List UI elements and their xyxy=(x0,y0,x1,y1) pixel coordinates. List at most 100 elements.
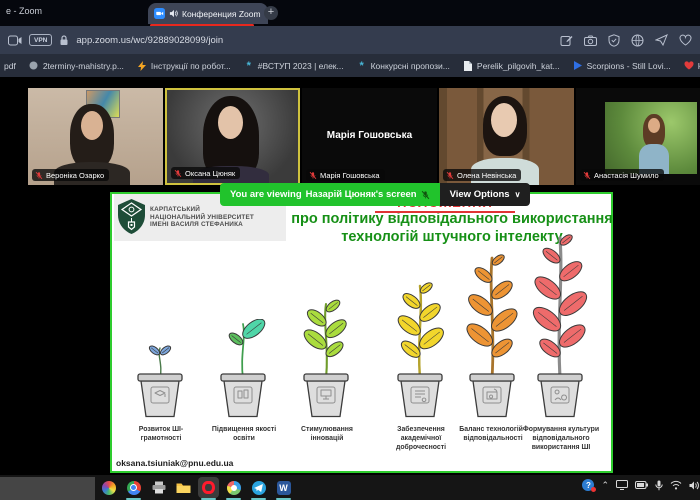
bookmarks-bar: pdf 2terminy-mahistry.p... Інструкції по… xyxy=(0,54,700,77)
presenter-mic-muted-icon xyxy=(421,190,430,200)
chevron-down-icon: ∨ xyxy=(515,190,521,199)
tab-audio-icon xyxy=(169,9,178,18)
pinwheel-app-icon[interactable] xyxy=(100,479,117,496)
participant-name-centered: Марія Гошовська xyxy=(302,130,437,141)
participant-nametag: Олена Невінська xyxy=(443,169,521,181)
person-face xyxy=(491,103,517,137)
printer-icon[interactable] xyxy=(150,479,167,496)
plant-stage-6 xyxy=(515,233,605,418)
opera-icon-active[interactable] xyxy=(198,477,219,498)
video-tile-veronika[interactable]: Вероніка Озарко xyxy=(28,88,163,185)
plant-stage-2 xyxy=(198,319,288,418)
plant-illustration xyxy=(198,319,288,418)
plant-stage-1 xyxy=(115,343,205,418)
send-icon[interactable] xyxy=(655,34,668,46)
telegram-icon[interactable] xyxy=(250,479,267,496)
lightning-favicon xyxy=(137,61,147,71)
mic-muted-icon xyxy=(35,171,43,180)
presenter-email: oksana.tsiuniak@pnu.edu.ua xyxy=(116,458,233,468)
globe-icon[interactable] xyxy=(631,34,644,47)
stage-label: Стимулювання інновацій xyxy=(285,426,369,444)
asterisk-favicon: * xyxy=(244,61,254,71)
university-shield-icon xyxy=(118,199,145,236)
stage-label: Підвищення якості освіти xyxy=(202,426,286,444)
new-tab-button[interactable]: + xyxy=(264,6,278,20)
notification-badge xyxy=(591,487,596,492)
person-face xyxy=(81,111,103,140)
participant-nametag: Анастасія Шумило xyxy=(580,169,664,181)
battery-tray-icon[interactable] xyxy=(635,481,648,489)
background-window-title: e - Zoom xyxy=(6,6,42,16)
heart-favicon xyxy=(684,61,694,71)
stage-label: Формування культури відповідального вико… xyxy=(519,426,603,453)
file-explorer-icon[interactable] xyxy=(175,479,192,496)
compose-icon[interactable] xyxy=(560,34,573,47)
tab-title: Конференция Zoom xyxy=(182,9,261,19)
pinwheel-glyph xyxy=(102,481,116,495)
screen: e - Zoom Конференция Zoom + VPN app.zoom… xyxy=(0,0,700,500)
mic-muted-icon xyxy=(309,171,317,180)
chrome-alt-icon[interactable] xyxy=(225,479,242,496)
tray-chevron-up-icon[interactable]: ⌃ xyxy=(601,480,609,491)
running-indicator xyxy=(226,498,241,500)
running-indicator xyxy=(126,498,141,500)
person-face xyxy=(648,118,660,133)
sidebar-camera-icon[interactable] xyxy=(8,35,22,46)
word-glyph: W xyxy=(277,481,291,495)
bookmark-item[interactable]: Інструкції по робот... xyxy=(137,61,231,71)
display-tray-icon[interactable] xyxy=(616,480,628,490)
opera-glyph xyxy=(202,481,215,494)
wifi-tray-icon[interactable] xyxy=(670,480,682,490)
plant-illustration xyxy=(515,233,605,418)
view-options-button[interactable]: View Options ∨ xyxy=(440,183,531,206)
bookmark-item[interactable]: Perelik_pilgovih_kat... xyxy=(463,61,560,71)
shared-screen: КАРПАТСЬКИЙ НАЦІОНАЛЬНИЙ УНІВЕРСИТЕТ ІМЕ… xyxy=(110,192,613,473)
plant-illustration xyxy=(281,299,371,418)
address-bar: VPN app.zoom.us/wc/92889028099/join xyxy=(0,26,700,54)
shield-check-icon[interactable] xyxy=(608,34,620,47)
document-favicon xyxy=(463,61,473,71)
browser-tabstrip: e - Zoom Конференция Zoom + xyxy=(0,0,700,26)
telegram-glyph xyxy=(252,481,266,495)
university-name: КАРПАТСЬКИЙ НАЦІОНАЛЬНИЙ УНІВЕРСИТЕТ ІМЕ… xyxy=(150,206,254,229)
tab-zoom-conference[interactable]: Конференция Zoom xyxy=(148,3,268,24)
vpn-badge[interactable]: VPN xyxy=(29,34,52,46)
bookmark-item[interactable]: *#ВСТУП 2023 | елек... xyxy=(244,61,344,71)
lock-icon xyxy=(59,35,69,46)
taskbar-widget-placeholder[interactable] xyxy=(0,477,95,500)
chrome-alt-glyph xyxy=(227,481,241,495)
participant-nametag: Марія Гошовська xyxy=(306,169,385,181)
video-tile-maria-camera-off[interactable]: Марія Гошовська Марія Гошовська xyxy=(302,88,437,185)
mic-muted-icon xyxy=(583,171,591,180)
mic-muted-icon xyxy=(174,169,182,178)
snapshot-camera-icon[interactable] xyxy=(584,35,597,46)
system-tray: ? ⌃ xyxy=(582,479,700,491)
bookmark-item[interactable]: Конвертация JPG в... xyxy=(684,61,700,71)
url-text[interactable]: app.zoom.us/wc/92889028099/join xyxy=(76,35,223,46)
video-tile-anastasia-photo[interactable]: Анастасія Шумило xyxy=(576,88,700,185)
globe-favicon xyxy=(29,61,39,71)
chrome-icon[interactable] xyxy=(125,479,142,496)
bookmark-item[interactable]: pdf xyxy=(4,61,16,71)
participant-nametag: Оксана Цюняк xyxy=(171,167,240,179)
bookmark-item[interactable]: Scorpions - Still Lovi... xyxy=(573,61,671,71)
taskbar: W ? ⌃ xyxy=(0,475,700,500)
mic-tray-icon[interactable] xyxy=(655,480,663,491)
plant-illustration xyxy=(115,343,205,418)
address-bar-actions xyxy=(560,34,692,47)
volume-tray-icon[interactable] xyxy=(689,480,700,491)
word-icon[interactable]: W xyxy=(275,479,292,496)
person-face xyxy=(218,106,243,139)
running-indicator xyxy=(251,498,266,500)
zoom-app-icon xyxy=(154,8,165,19)
viewing-banner: You are viewing Назарій Цюняк's screen xyxy=(220,183,440,206)
bookmark-item[interactable]: *Конкурсні пропози... xyxy=(357,61,450,71)
browser-help-tray-icon[interactable]: ? xyxy=(582,479,594,491)
video-tile-oksana-active-speaker[interactable]: Оксана Цюняк xyxy=(165,88,300,185)
heart-icon[interactable] xyxy=(679,34,692,46)
play-favicon xyxy=(573,61,583,71)
plant-stage-3 xyxy=(281,299,371,418)
screen-share-banner: You are viewing Назарій Цюняк's screen V… xyxy=(220,183,530,206)
bookmark-item[interactable]: 2terminy-mahistry.p... xyxy=(29,61,124,71)
video-tile-olena[interactable]: Олена Невінська xyxy=(439,88,574,185)
